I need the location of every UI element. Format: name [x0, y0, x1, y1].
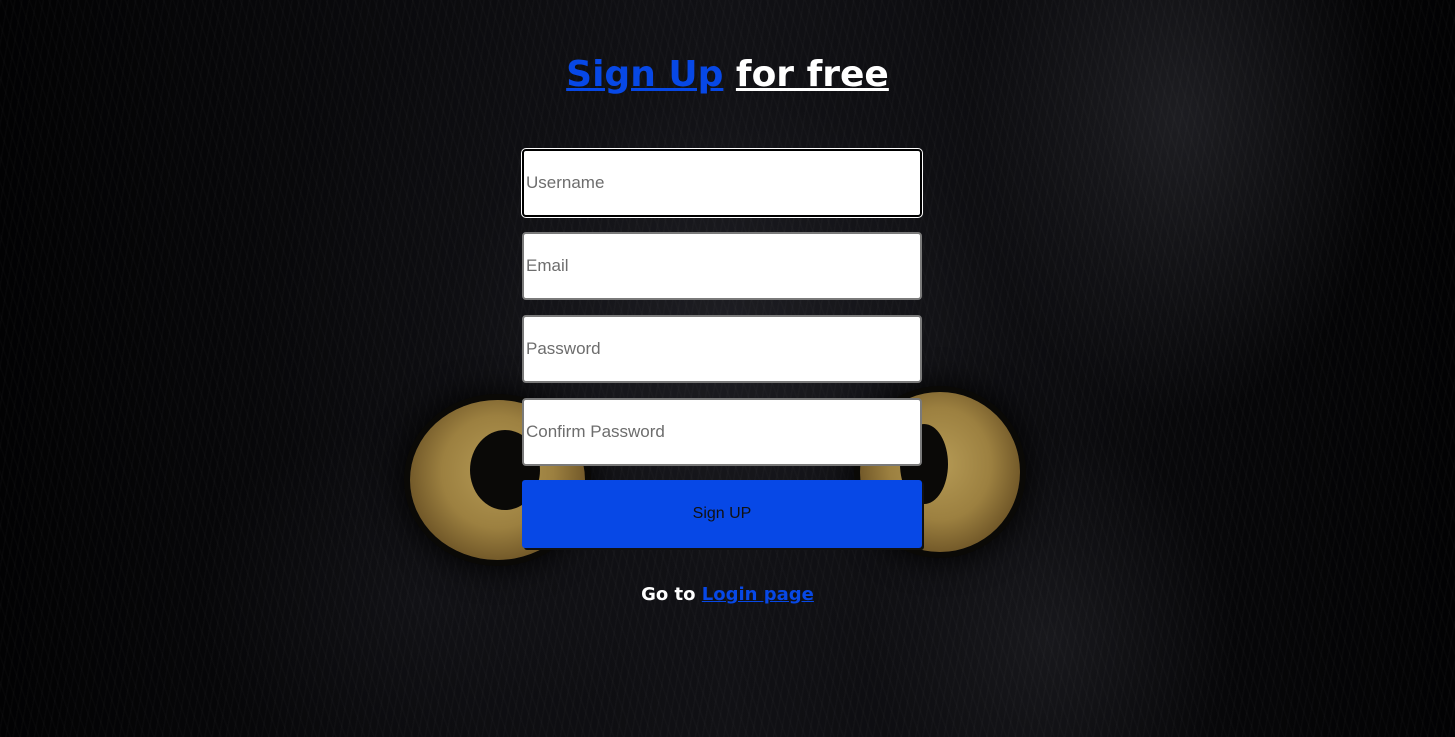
email-input[interactable] [522, 232, 922, 300]
signup-button[interactable]: Sign UP [522, 480, 922, 548]
login-page-link[interactable]: Login page [702, 584, 814, 605]
page-title: Sign Up for free [0, 50, 1455, 100]
login-prompt: Go to Login page [0, 584, 1455, 605]
signup-title-link[interactable]: Sign Up [566, 54, 723, 95]
username-input[interactable] [522, 149, 922, 217]
confirm-password-input[interactable] [522, 398, 922, 466]
login-prompt-text: Go to [641, 584, 696, 605]
signup-form: Sign UP [522, 149, 922, 548]
title-suffix: for free [735, 54, 889, 95]
password-input[interactable] [522, 315, 922, 383]
